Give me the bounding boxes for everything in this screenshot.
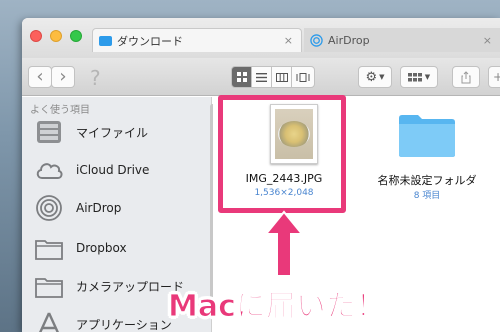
caption-banner: Macに届いた！: [168, 289, 387, 325]
tab-label: ダウンロード: [117, 34, 183, 48]
arrange-menu-button[interactable]: ▼: [400, 66, 438, 88]
sidebar-item-label: アプリケーション: [76, 317, 172, 332]
list-icon: [256, 72, 267, 82]
tab-close-button[interactable]: ×: [483, 34, 492, 47]
tab-close-button[interactable]: ×: [284, 34, 293, 47]
minimize-window-button[interactable]: [50, 30, 62, 42]
sidebar-item-camera-uploads[interactable]: カメラアップロード: [34, 271, 184, 301]
sidebar-item-label: マイファイル: [76, 125, 149, 140]
tab-label: AirDrop: [328, 33, 370, 47]
all-my-files-icon: [37, 121, 61, 143]
action-menu-button[interactable]: ⚙ ▼: [358, 66, 392, 88]
view-mode-control[interactable]: [231, 66, 315, 88]
sidebar-item-applications[interactable]: アプリケーション: [34, 309, 172, 332]
file-dimensions: 1,536×2,048: [254, 188, 314, 198]
columns-icon: [275, 72, 288, 82]
airdrop-icon: [36, 195, 62, 221]
folder-icon: [99, 35, 112, 46]
arrow-up-icon: [264, 210, 304, 277]
back-button[interactable]: ‹: [28, 66, 52, 88]
sidebar-item-airdrop[interactable]: AirDrop: [34, 193, 121, 223]
toolbar: ‹ › ? ⚙ ▼ ▼ +: [22, 58, 500, 96]
coverflow-view-button[interactable]: [291, 66, 315, 88]
chevron-down-icon: ▼: [379, 73, 385, 81]
folder-name[interactable]: 名称未設定フォルダ: [358, 172, 496, 188]
pasta-photo: [278, 121, 310, 147]
zoom-window-button[interactable]: [70, 30, 82, 42]
folder-icon: [35, 240, 63, 260]
cloud-icon: [36, 163, 63, 179]
list-view-button[interactable]: [251, 66, 272, 88]
tab-downloads[interactable]: ダウンロード ×: [92, 28, 302, 52]
applications-icon: [39, 312, 59, 332]
column-view-button[interactable]: [271, 66, 292, 88]
folder-icon[interactable]: [398, 112, 456, 158]
title-bar: ダウンロード × AirDrop ×: [22, 18, 500, 58]
sidebar-item-label: Dropbox: [76, 241, 127, 255]
help-icon[interactable]: ?: [90, 66, 101, 90]
grid-icon: [236, 72, 247, 82]
file-name[interactable]: IMG_2443.JPG: [228, 172, 340, 185]
sidebar-item-dropbox[interactable]: Dropbox: [34, 233, 127, 263]
share-icon: [461, 70, 471, 83]
share-button[interactable]: [452, 66, 480, 88]
airdrop-icon: [310, 33, 323, 47]
chevron-down-icon: ▼: [424, 73, 431, 81]
sidebar-item-label: iCloud Drive: [76, 163, 150, 177]
icon-view-button[interactable]: [231, 66, 252, 88]
chevron-right-icon: ›: [59, 66, 67, 87]
sidebar-item-label: AirDrop: [76, 201, 122, 215]
close-window-button[interactable]: [30, 30, 42, 42]
plus-icon: +: [492, 70, 500, 84]
arrange-grid-icon: [407, 72, 422, 81]
file-item-image[interactable]: [270, 104, 318, 164]
forward-button[interactable]: ›: [51, 66, 75, 88]
sidebar-item-my-files[interactable]: マイファイル: [34, 117, 148, 147]
coverflow-icon: [296, 72, 310, 82]
gear-icon: ⚙: [365, 69, 378, 85]
photo-thumbnail: [275, 109, 313, 159]
add-tab-button[interactable]: +: [488, 66, 500, 88]
tab-airdrop[interactable]: AirDrop ×: [304, 28, 500, 52]
chevron-left-icon: ‹: [36, 66, 44, 87]
sidebar-section-favorites: よく使う項目: [30, 105, 90, 116]
folder-item-count: 8 項目: [413, 191, 441, 201]
folder-icon: [35, 278, 63, 298]
sidebar-item-icloud-drive[interactable]: iCloud Drive: [34, 155, 149, 185]
